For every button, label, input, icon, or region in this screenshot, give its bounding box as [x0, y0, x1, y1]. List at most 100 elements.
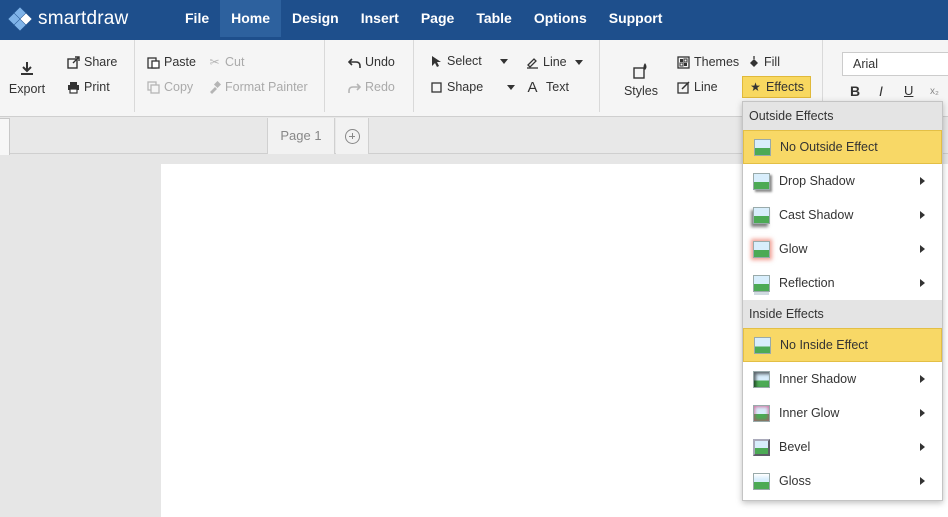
line-tool-button[interactable]: Line: [526, 55, 583, 69]
themes-button[interactable]: Themes: [677, 55, 739, 69]
undo-button[interactable]: Undo: [347, 55, 395, 69]
shape-dropdown-caret-icon[interactable]: [507, 84, 516, 90]
inside-effects-header: Inside Effects: [743, 300, 942, 328]
themes-icon: [677, 55, 690, 69]
paste-icon: [147, 56, 160, 69]
smartdraw-logo[interactable]: smartdraw: [8, 7, 128, 31]
fill-label: Fill: [764, 55, 780, 69]
effects-dropdown-menu: Outside Effects No Outside Effect Drop S…: [742, 101, 943, 501]
export-button[interactable]: Export: [6, 60, 48, 96]
inner-glow-thumbnail-icon: [753, 404, 770, 422]
logo-mark-icon: [8, 7, 32, 31]
inner-shadow-thumbnail-icon: [753, 370, 770, 388]
undo-label: Undo: [365, 55, 395, 69]
effects-label: Effects: [766, 80, 804, 94]
effects-button[interactable]: ★ Effects: [742, 76, 811, 98]
export-label: Export: [8, 82, 46, 96]
format-painter-label: Format Painter: [225, 80, 308, 94]
menu-home[interactable]: Home: [220, 0, 282, 37]
underline-button[interactable]: U: [904, 83, 913, 98]
ribbon-group-file: Export Share Print: [0, 40, 135, 112]
submenu-arrow-icon: [920, 477, 925, 485]
menu-item-inner-shadow[interactable]: Inner Shadow: [743, 362, 942, 396]
submenu-arrow-icon: [920, 245, 925, 253]
submenu-arrow-icon: [920, 211, 925, 219]
styles-button[interactable]: Styles: [621, 62, 661, 98]
paste-label: Paste: [164, 55, 196, 69]
styles-icon: [632, 62, 650, 80]
menu-item-label: Drop Shadow: [779, 174, 855, 188]
select-label: Select: [447, 54, 482, 68]
reflection-thumbnail-icon: [753, 274, 770, 292]
font-family-select[interactable]: Arial: [842, 52, 948, 76]
line-dropdown-caret-icon[interactable]: [574, 59, 583, 65]
line-tool-label: Line: [543, 55, 567, 69]
outside-effects-header: Outside Effects: [743, 102, 942, 130]
menu-item-cast-shadow[interactable]: Cast Shadow: [743, 198, 942, 232]
styles-label: Styles: [623, 84, 659, 98]
fill-button[interactable]: Fill: [747, 55, 780, 69]
menu-item-label: Gloss: [779, 474, 811, 488]
bevel-thumbnail-icon: [753, 438, 770, 456]
menu-item-drop-shadow[interactable]: Drop Shadow: [743, 164, 942, 198]
undo-icon: [347, 56, 361, 69]
menu-item-no-inside-effect[interactable]: No Inside Effect: [743, 328, 942, 362]
menu-item-label: Glow: [779, 242, 808, 256]
menu-item-inner-glow[interactable]: Inner Glow: [743, 396, 942, 430]
menu-item-label: Reflection: [779, 276, 835, 290]
redo-icon: [348, 81, 362, 94]
print-button[interactable]: Print: [67, 80, 110, 94]
ribbon-group-history: Undo Redo: [326, 40, 414, 112]
menu-item-label: No Outside Effect: [780, 140, 878, 154]
menu-item-glow[interactable]: Glow: [743, 232, 942, 266]
shape-button[interactable]: Shape: [430, 80, 516, 94]
menu-options[interactable]: Options: [523, 0, 598, 37]
format-painter-icon: [208, 80, 222, 94]
submenu-arrow-icon: [920, 279, 925, 287]
menu-page[interactable]: Page: [410, 0, 465, 37]
subscript-button[interactable]: x₂: [930, 86, 939, 97]
text-button[interactable]: A Text: [525, 78, 569, 96]
select-button[interactable]: Select: [430, 54, 508, 68]
add-page-button[interactable]: [336, 118, 369, 154]
select-dropdown-caret-icon[interactable]: [499, 58, 508, 64]
themes-label: Themes: [694, 55, 740, 69]
copy-button[interactable]: Copy: [147, 80, 193, 94]
cursor-arrow-icon: [430, 55, 443, 68]
top-bar: smartdraw File Home Design Insert Page T…: [0, 0, 948, 40]
no-effect-thumbnail-icon: [754, 138, 771, 156]
drop-shadow-thumbnail-icon: [753, 172, 770, 190]
menu-item-no-outside-effect[interactable]: No Outside Effect: [743, 130, 942, 164]
menu-item-label: Inner Glow: [779, 406, 840, 420]
cast-shadow-thumbnail-icon: [753, 206, 770, 224]
main-menu: File Home Design Insert Page Table Optio…: [174, 0, 673, 40]
cut-button[interactable]: ✂ Cut: [208, 55, 244, 69]
bold-button[interactable]: B: [850, 83, 860, 99]
menu-item-label: No Inside Effect: [780, 338, 869, 352]
menu-item-reflection[interactable]: Reflection: [743, 266, 942, 300]
format-painter-button[interactable]: Format Painter: [208, 80, 308, 94]
no-effect-thumbnail-icon: [754, 336, 771, 354]
share-label: Share: [84, 55, 118, 69]
menu-item-bevel[interactable]: Bevel: [743, 430, 942, 464]
text-a-icon: A: [527, 78, 538, 96]
shape-label: Shape: [447, 80, 484, 94]
menu-file[interactable]: File: [174, 0, 220, 37]
italic-button[interactable]: I: [879, 83, 883, 99]
page-tab[interactable]: Page 1: [267, 118, 335, 154]
left-panel-handle[interactable]: [0, 118, 10, 156]
menu-item-gloss[interactable]: Gloss: [743, 464, 942, 498]
menu-design[interactable]: Design: [281, 0, 350, 37]
redo-button[interactable]: Redo: [348, 80, 395, 94]
scissors-icon: ✂: [209, 54, 220, 69]
text-label: Text: [546, 80, 569, 94]
share-button[interactable]: Share: [67, 55, 117, 69]
copy-icon: [147, 80, 160, 94]
gloss-thumbnail-icon: [753, 472, 770, 490]
menu-insert[interactable]: Insert: [350, 0, 410, 37]
menu-table[interactable]: Table: [465, 0, 523, 37]
paste-button[interactable]: Paste: [147, 55, 196, 69]
menu-support[interactable]: Support: [598, 0, 674, 37]
menu-item-label: Inner Shadow: [779, 372, 857, 386]
line-style-button[interactable]: Line: [677, 80, 718, 94]
